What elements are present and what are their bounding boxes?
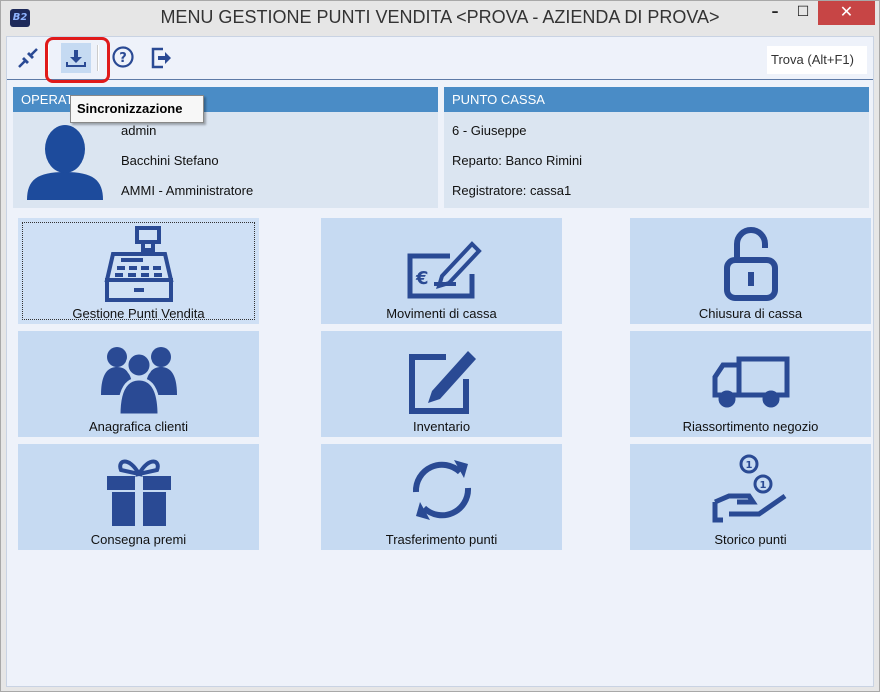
tile-chiusura-di-cassa[interactable]: Chiusura di cassa [630,218,871,324]
tile-riassortimento-negozio[interactable]: Riassortimento negozio [630,331,871,437]
svg-text:1: 1 [745,460,752,471]
tile-consegna-premi[interactable]: Consegna premi [18,444,259,550]
tile-trasferimento-punti[interactable]: Trasferimento punti [321,444,562,550]
tile-gestione-punti-vendita[interactable]: Gestione Punti Vendita [18,218,259,324]
coins-hand-icon: 11 [712,454,786,523]
help-icon[interactable]: ? [108,43,138,73]
find-field[interactable]: Trova (Alt+F1) [767,46,867,74]
gift-icon [106,459,171,526]
tile-label: Movimenti di cassa [386,306,497,321]
tile-inventario[interactable]: Inventario [321,331,562,437]
tooltip: Sincronizzazione [70,95,204,123]
tile-label: Storico punti [714,532,787,547]
tile-label: Consegna premi [90,532,187,547]
tile-movimenti-di-cassa[interactable]: € Movimenti di cassa [321,218,562,324]
tile-storico-punti[interactable]: 11 Storico punti [630,444,871,550]
svg-text:€: € [415,268,429,289]
cash-point-panel: PUNTO CASSA 6 - Giuseppe Reparto: Banco … [444,87,869,208]
highlight-box [45,37,110,83]
close-button[interactable]: ✕ [818,1,875,25]
tile-anagrafica-clienti[interactable]: Anagrafica clienti [18,331,259,437]
svg-text:1: 1 [759,480,766,491]
cash-register-icon [103,226,174,302]
cash-point-header: PUNTO CASSA [444,87,869,112]
tile-label: Trasferimento punti [385,532,498,547]
svg-text:?: ? [119,51,127,66]
euro-check-icon: € [407,241,482,299]
plug-icon[interactable] [13,43,43,73]
maximize-button[interactable]: ☐ [789,1,817,25]
operator-role: AMMI - Amministratore [121,183,254,198]
cash-point-department: Reparto: Banco Rimini [452,153,583,168]
tile-label: Chiusura di cassa [698,306,803,321]
edit-icon [408,351,476,414]
main-content: ? Trova (Alt+F1) OPERATORE admin Bacchin… [6,36,874,687]
user-avatar-icon [27,125,103,200]
minimize-button[interactable]: – [761,1,789,25]
tile-label: Riassortimento negozio [682,419,819,434]
window: B2 MENU GESTIONE PUNTI VENDITA <PROVA - … [0,0,880,692]
refresh-icon [412,460,471,520]
toolbar: ? Trova (Alt+F1) [7,37,873,83]
tile-label: Anagrafica clienti [89,419,188,434]
title-bar: B2 MENU GESTIONE PUNTI VENDITA <PROVA - … [1,1,879,35]
cash-point-name: 6 - Giuseppe [452,123,527,138]
truck-icon [712,356,789,408]
padlock-open-icon [723,227,778,301]
operator-username: admin [121,123,157,138]
window-title: MENU GESTIONE PUNTI VENDITA <PROVA - AZI… [160,7,720,27]
tile-label: Inventario [412,419,471,434]
operator-name: Bacchini Stefano [121,153,219,168]
cash-point-register: Registratore: cassa1 [452,183,572,198]
tile-label: Gestione Punti Vendita [72,306,205,321]
people-icon [100,347,177,415]
exit-icon[interactable] [146,43,176,73]
